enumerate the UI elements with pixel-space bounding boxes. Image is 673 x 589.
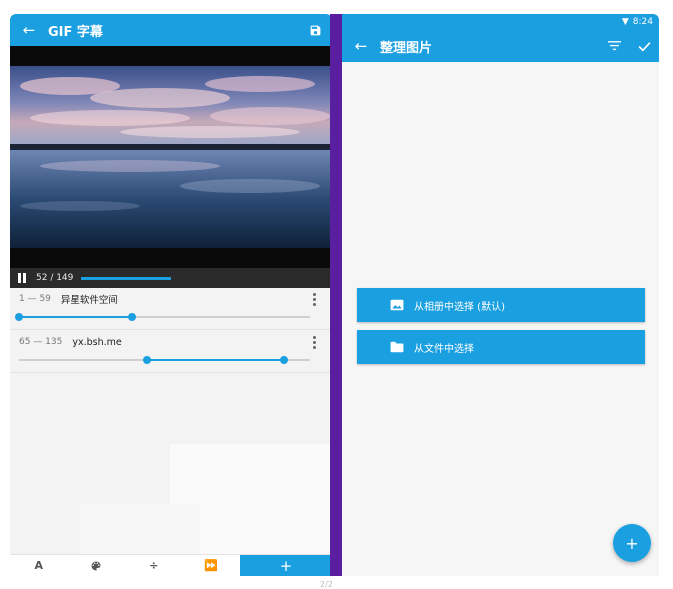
add-caption-button[interactable]: + — [240, 555, 332, 576]
more-vert-icon[interactable] — [313, 293, 316, 306]
left-app-bar: ← GIF 字幕 — [10, 14, 332, 46]
playback-progress-bar[interactable] — [81, 276, 172, 280]
button-label: 从相册中选择 (默认) — [414, 301, 505, 313]
caption-range-slider[interactable] — [19, 356, 310, 364]
wifi-icon: ▼ — [621, 17, 629, 27]
caption-item[interactable]: 1 — 59 异星软件空间 — [10, 288, 332, 330]
more-vert-icon[interactable] — [313, 336, 316, 349]
slider-range-fill — [147, 359, 284, 361]
arrow-left-icon[interactable]: ← — [10, 21, 48, 39]
frame-counter: 52 / 149 — [36, 273, 74, 283]
status-time: 8:24 — [632, 17, 653, 27]
image-icon — [390, 299, 404, 311]
slider-end-handle[interactable] — [279, 356, 288, 364]
slider-start-handle[interactable] — [15, 313, 23, 321]
fast-forward-icon[interactable]: ⏩ — [183, 555, 241, 576]
window-divider — [330, 14, 342, 576]
screenshot-stage: ← GIF 字幕 52 / 149 1 — 59 异星软件空间 65 — 135… — [0, 0, 673, 589]
pick-from-gallery-button[interactable]: 从相册中选择 (默认) — [357, 288, 645, 322]
slider-end-handle[interactable] — [128, 313, 137, 321]
filter-icon[interactable] — [599, 41, 629, 51]
player-controls: 52 / 149 — [10, 268, 332, 288]
status-bar: ▼ 8:24 — [342, 14, 659, 30]
page-indicator: 2/2 — [320, 580, 333, 589]
caption-item[interactable]: 65 — 135 yx.bsh.me — [10, 331, 332, 373]
caption-text: 异星软件空间 — [60, 295, 118, 306]
add-fab-button[interactable]: + — [613, 524, 651, 562]
caption-range-slider[interactable] — [15, 313, 310, 321]
pause-icon[interactable] — [18, 273, 28, 283]
text-style-button[interactable]: A — [10, 555, 68, 576]
gif-preview[interactable] — [10, 46, 332, 268]
caption-frame-range: 1 — 59 — [19, 294, 51, 304]
slider-start-handle[interactable] — [143, 356, 152, 364]
divide-icon[interactable]: ÷ — [125, 555, 183, 576]
arrow-left-icon[interactable]: ← — [342, 37, 380, 55]
empty-area — [80, 504, 200, 554]
slider-range-fill — [19, 316, 133, 318]
check-icon[interactable] — [629, 41, 659, 52]
page-title: 整理图片 — [380, 40, 433, 56]
palette-icon[interactable] — [68, 555, 126, 576]
button-label: 从文件中选择 — [414, 343, 474, 355]
gif-caption-screen: ← GIF 字幕 52 / 149 1 — 59 异星软件空间 65 — 135… — [10, 14, 332, 576]
floppy-save-icon[interactable] — [298, 24, 332, 37]
right-app-bar: ← 整理图片 — [342, 30, 659, 62]
bottom-toolbar: A ÷ ⏩ + — [10, 554, 332, 576]
folder-icon — [390, 341, 404, 353]
caption-frame-range: 65 — 135 — [19, 337, 63, 347]
landscape-image — [10, 66, 332, 248]
pick-from-files-button[interactable]: 从文件中选择 — [357, 330, 645, 364]
organize-images-screen: ▼ 8:24 ← 整理图片 从相册中选择 (默认) 从文件中选择 + — [342, 14, 659, 576]
caption-text: yx.bsh.me — [72, 336, 122, 348]
page-title: GIF 字幕 — [48, 24, 103, 40]
